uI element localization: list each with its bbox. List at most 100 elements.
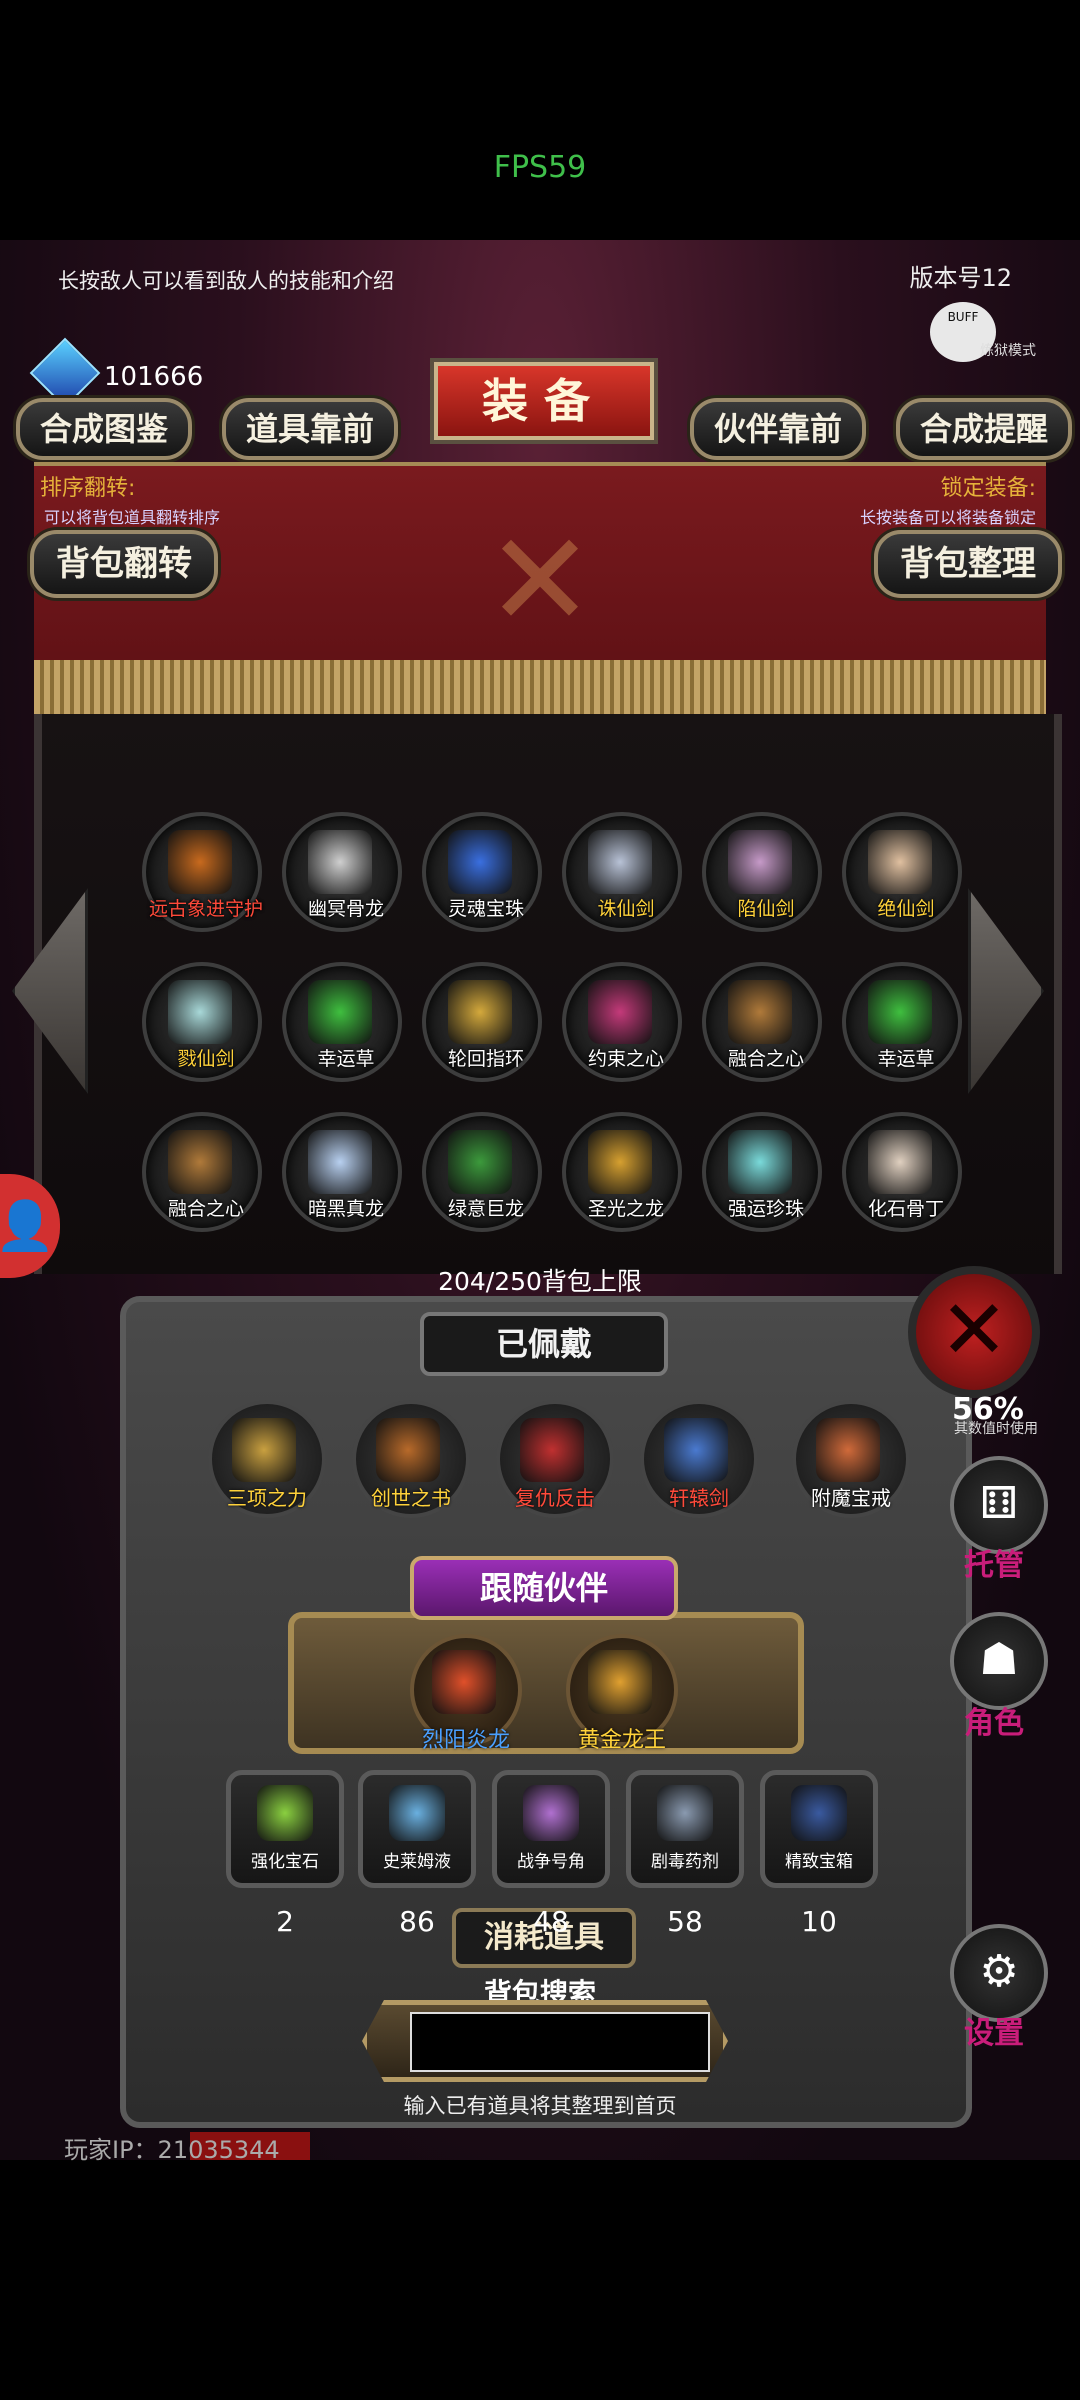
consumable-icon [523, 1785, 579, 1841]
synthesis-guide-button[interactable]: 合成图鉴 [16, 398, 192, 460]
equipped-slot[interactable]: 轩辕剑 [640, 1400, 758, 1518]
item-icon [588, 830, 652, 894]
inventory-slot[interactable]: 约束之心 [562, 962, 682, 1082]
consumable-label: 强化宝石 [251, 1852, 319, 1872]
item-label: 暗黑真龙 [307, 1198, 384, 1220]
consumable-icon [257, 1785, 313, 1841]
item-icon [728, 1130, 792, 1194]
item-label: 戮仙剑 [177, 1048, 235, 1070]
inventory-slot[interactable]: 化石骨丁 [842, 1112, 962, 1232]
item-label: 化石骨丁 [867, 1198, 944, 1220]
companion-slot[interactable]: 黄金龙王 [566, 1634, 678, 1753]
buff-logo-text: BUFF [947, 310, 979, 324]
consumable-count: 58 [667, 1905, 703, 1938]
inventory-slot[interactable]: 幸运草 [842, 962, 962, 1082]
equipped-slot[interactable]: 复仇反击 [496, 1400, 614, 1518]
item-icon [308, 980, 372, 1044]
search-hint: 输入已有道具将其整理到首页 [403, 2094, 677, 2118]
equipped-item-label: 附魔宝戒 [811, 1486, 891, 1510]
item-label: 轮回指环 [447, 1048, 524, 1070]
inventory-slot[interactable]: 圣光之龙 [562, 1112, 682, 1232]
consumable-icon [791, 1785, 847, 1841]
equipment-title: 装备 [434, 362, 654, 440]
buff-mode-label: 炼狱模式 [980, 343, 1036, 359]
companion-icon [588, 1650, 652, 1714]
item-icon [868, 980, 932, 1044]
inventory-slot[interactable]: 轮回指环 [422, 962, 542, 1082]
bag-flip-button[interactable]: 背包翻转 [30, 530, 218, 598]
inventory-slot[interactable]: 戮仙剑 [142, 962, 262, 1082]
item-icon [588, 980, 652, 1044]
lock-desc: 长按装备可以将装备锁定 [859, 508, 1036, 527]
inventory-slot[interactable]: 暗黑真龙 [282, 1112, 402, 1232]
consumable-slot[interactable]: 剧毒药剂 58 [626, 1770, 744, 1938]
consumable-slot[interactable]: 史莱姆液 86 [358, 1770, 476, 1938]
inventory-slot[interactable]: 幽冥骨龙 [282, 812, 402, 932]
inventory-slot[interactable]: 绿意巨龙 [422, 1112, 542, 1232]
consumable-label: 战争号角 [517, 1852, 585, 1872]
consumable-label: 精致宝箱 [785, 1852, 853, 1872]
companions-title: 跟随伙伴 [410, 1556, 678, 1620]
consumable-slot[interactable]: 战争号角 48 [492, 1770, 610, 1938]
search-input[interactable] [410, 2012, 710, 2072]
equipped-slot[interactable]: 附魔宝戒 [792, 1400, 910, 1518]
version-label: 版本号12 [909, 264, 1012, 292]
item-label: 融合之心 [167, 1198, 244, 1220]
item-icon [168, 1130, 232, 1194]
inventory-slot[interactable]: 绝仙剑 [842, 812, 962, 932]
equipped-item-icon [232, 1418, 296, 1482]
item-label: 幽冥骨龙 [307, 898, 384, 920]
companion-slot[interactable]: 烈阳炎龙 [410, 1634, 522, 1753]
item-icon [168, 830, 232, 894]
consumable-count: 10 [801, 1905, 837, 1938]
item-label: 远古象进守护 [148, 898, 263, 920]
inventory-slot[interactable]: 强运珍珠 [702, 1112, 822, 1232]
role-button[interactable]: ☗ [950, 1612, 1048, 1710]
inventory-slot[interactable]: 灵魂宝珠 [422, 812, 542, 932]
companion-icon [432, 1650, 496, 1714]
close-button[interactable]: ✕ [908, 1266, 1040, 1398]
consumable-slot[interactable]: 精致宝箱 10 [760, 1770, 878, 1938]
tip-text: 长按敌人可以看到敌人的技能和介绍 [58, 269, 394, 293]
inventory-slot[interactable]: 远古象进守护 [142, 812, 263, 932]
consumable-count: 86 [399, 1905, 435, 1938]
items-front-button[interactable]: 道具靠前 [222, 398, 398, 460]
item-icon [308, 1130, 372, 1194]
item-icon [728, 830, 792, 894]
item-label: 强运珍珠 [727, 1198, 804, 1220]
equipped-slot[interactable]: 三项之力 [208, 1400, 326, 1518]
bag-sort-button[interactable]: 背包整理 [874, 530, 1062, 598]
item-label: 约束之心 [587, 1048, 664, 1070]
item-label: 陷仙剑 [737, 898, 795, 920]
inventory-slot[interactable]: 幸运草 [282, 962, 402, 1082]
item-label: 幸运草 [317, 1048, 375, 1070]
equipped-item-icon [664, 1418, 728, 1482]
item-icon [588, 1130, 652, 1194]
consumable-slot[interactable]: 强化宝石 2 [226, 1770, 344, 1938]
partners-front-button[interactable]: 伙伴靠前 [690, 398, 866, 460]
fps-counter: FPS59 [493, 150, 587, 185]
settings-label: 设置 [964, 2016, 1024, 2051]
consumable-label: 史莱姆液 [383, 1852, 451, 1872]
lock-title: 锁定装备: [940, 476, 1036, 501]
hooded-figure-icon: ☗ [979, 1634, 1019, 1685]
equipped-item-icon [520, 1418, 584, 1482]
role-label: 角色 [964, 1706, 1024, 1741]
player-ip: 玩家IP：21035344 [64, 2136, 280, 2164]
inventory-slot[interactable]: 融合之心 [142, 1112, 262, 1232]
equipped-item-icon [816, 1418, 880, 1482]
synthesis-reminder-button[interactable]: 合成提醒 [896, 398, 1072, 460]
inventory-slot[interactable]: 融合之心 [702, 962, 822, 1082]
curtain-fringe [34, 660, 1046, 714]
equipped-item-label: 轩辕剑 [669, 1486, 729, 1510]
consumable-icon [657, 1785, 713, 1841]
gear-icon: ⚙ [979, 1946, 1019, 1997]
inventory-slot[interactable]: 陷仙剑 [702, 812, 822, 932]
auto-manage-label: 托管 [964, 1548, 1024, 1583]
close-icon: ✕ [939, 1283, 1009, 1378]
equipped-title: 已佩戴 [420, 1312, 668, 1376]
equipped-slot[interactable]: 创世之书 [352, 1400, 470, 1518]
item-label: 圣光之龙 [587, 1198, 664, 1220]
consumable-count: 48 [533, 1905, 569, 1938]
inventory-slot[interactable]: 诛仙剑 [562, 812, 682, 932]
